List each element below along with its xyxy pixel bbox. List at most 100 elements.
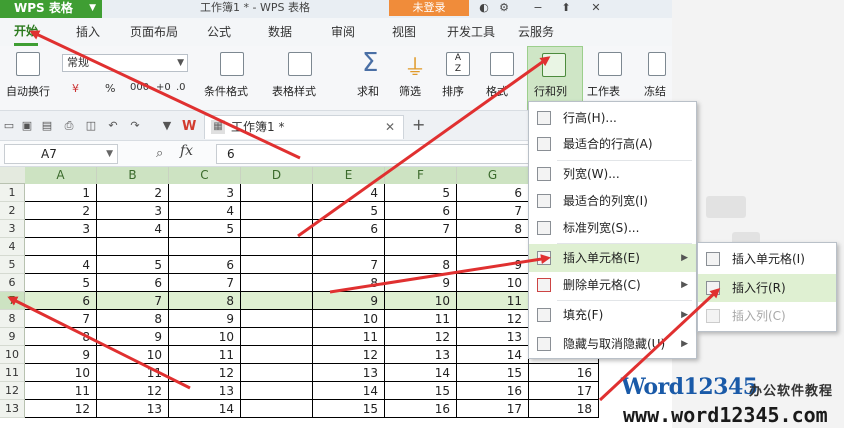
- cell-a1[interactable]: 1: [25, 184, 97, 202]
- cell-c4[interactable]: [169, 238, 241, 256]
- cell-d3[interactable]: [241, 220, 313, 238]
- close-tab-icon[interactable]: ✕: [385, 116, 395, 138]
- tab-review[interactable]: 审阅: [331, 18, 355, 46]
- cell-a9[interactable]: 8: [25, 328, 97, 346]
- cell-e4[interactable]: [313, 238, 385, 256]
- cell-b10[interactable]: 10: [97, 346, 169, 364]
- cell-g2[interactable]: 7: [457, 202, 529, 220]
- cell-h13[interactable]: 18: [529, 400, 599, 418]
- menu-item-insert-cell[interactable]: 插入单元格(I): [698, 245, 836, 273]
- chevron-down-icon[interactable]: ▼: [160, 119, 174, 133]
- settings-icon[interactable]: ⚙: [496, 0, 512, 16]
- cell-d9[interactable]: [241, 328, 313, 346]
- cell-a10[interactable]: 9: [25, 346, 97, 364]
- wrap-text-label[interactable]: 自动换行: [6, 83, 50, 99]
- cell-b5[interactable]: 5: [97, 256, 169, 274]
- cell-g3[interactable]: 8: [457, 220, 529, 238]
- row-header-3[interactable]: 3: [0, 220, 25, 238]
- table-style-icon[interactable]: [288, 52, 312, 76]
- row-header-6[interactable]: 6: [0, 274, 25, 292]
- cell-g13[interactable]: 17: [457, 400, 529, 418]
- cell-c12[interactable]: 13: [169, 382, 241, 400]
- decrease-decimal-icon[interactable]: .0: [176, 82, 186, 93]
- cell-c9[interactable]: 10: [169, 328, 241, 346]
- row-header-12[interactable]: 12: [0, 382, 25, 400]
- cell-c7[interactable]: 8: [169, 292, 241, 310]
- cell-a12[interactable]: 11: [25, 382, 97, 400]
- cell-c11[interactable]: 12: [169, 364, 241, 382]
- cell-e2[interactable]: 5: [313, 202, 385, 220]
- export-pdf-icon[interactable]: ▤: [40, 119, 54, 133]
- cell-a8[interactable]: 7: [25, 310, 97, 328]
- tab-cloud[interactable]: 云服务: [518, 18, 554, 46]
- row-header-4[interactable]: 4: [0, 238, 25, 256]
- cell-e1[interactable]: 4: [313, 184, 385, 202]
- cell-d13[interactable]: [241, 400, 313, 418]
- freeze-label[interactable]: 冻结: [644, 83, 666, 99]
- cell-d4[interactable]: [241, 238, 313, 256]
- cell-b4[interactable]: [97, 238, 169, 256]
- row-header-9[interactable]: 9: [0, 328, 25, 346]
- cell-c8[interactable]: 9: [169, 310, 241, 328]
- insert-function-button[interactable]: fx: [180, 143, 193, 159]
- cell-c2[interactable]: 4: [169, 202, 241, 220]
- currency-icon[interactable]: ¥: [72, 82, 79, 95]
- restore-icon[interactable]: ⬆: [558, 0, 574, 16]
- cell-a13[interactable]: 12: [25, 400, 97, 418]
- cell-a6[interactable]: 5: [25, 274, 97, 292]
- cell-g10[interactable]: 14: [457, 346, 529, 364]
- cell-c6[interactable]: 7: [169, 274, 241, 292]
- row-header-8[interactable]: 8: [0, 310, 25, 328]
- menu-item-row-height[interactable]: 行高(H)...: [529, 104, 696, 132]
- format-label[interactable]: 格式: [486, 83, 508, 99]
- number-format-select[interactable]: 常规 ▼: [62, 54, 188, 72]
- column-header-g[interactable]: G: [457, 167, 529, 184]
- cell-c3[interactable]: 5: [169, 220, 241, 238]
- print-preview-icon[interactable]: ◫: [84, 119, 98, 133]
- menu-item-autofit-column-width[interactable]: 最适合的列宽(I): [529, 187, 696, 215]
- cell-f12[interactable]: 15: [385, 382, 457, 400]
- row-header-11[interactable]: 11: [0, 364, 25, 382]
- cell-b13[interactable]: 13: [97, 400, 169, 418]
- cell-c1[interactable]: 3: [169, 184, 241, 202]
- cell-d5[interactable]: [241, 256, 313, 274]
- cell-g7[interactable]: 11: [457, 292, 529, 310]
- table-style-label[interactable]: 表格样式: [272, 83, 316, 99]
- menu-item-insert-row[interactable]: 插入行(R): [698, 274, 836, 302]
- cell-d7[interactable]: [241, 292, 313, 310]
- format-icon[interactable]: [490, 52, 514, 76]
- menu-item-insert-cells[interactable]: 插入单元格(E) ▶: [529, 244, 696, 272]
- conditional-format-icon[interactable]: [220, 52, 244, 76]
- row-header-13[interactable]: 13: [0, 400, 25, 418]
- cell-d11[interactable]: [241, 364, 313, 382]
- cell-a3[interactable]: 3: [25, 220, 97, 238]
- cell-f1[interactable]: 5: [385, 184, 457, 202]
- cell-e6[interactable]: 8: [313, 274, 385, 292]
- name-box[interactable]: A7 ▼: [4, 144, 118, 164]
- cell-a4[interactable]: [25, 238, 97, 256]
- tab-insert[interactable]: 插入: [76, 18, 100, 46]
- tab-data[interactable]: 数据: [268, 18, 292, 46]
- app-menu-button[interactable]: WPS 表格 ▼: [0, 0, 102, 18]
- cell-e5[interactable]: 7: [313, 256, 385, 274]
- cell-e12[interactable]: 14: [313, 382, 385, 400]
- conditional-format-label[interactable]: 条件格式: [204, 83, 248, 99]
- close-icon[interactable]: ✕: [588, 0, 604, 16]
- cell-b7[interactable]: 7: [97, 292, 169, 310]
- row-header-5[interactable]: 5: [0, 256, 25, 274]
- cell-f9[interactable]: 12: [385, 328, 457, 346]
- cell-b8[interactable]: 8: [97, 310, 169, 328]
- worksheet-label[interactable]: 工作表: [587, 83, 620, 99]
- cell-e13[interactable]: 15: [313, 400, 385, 418]
- row-header-10[interactable]: 10: [0, 346, 25, 364]
- cell-g1[interactable]: 6: [457, 184, 529, 202]
- document-tab[interactable]: ▦ 工作簿1 * ✕: [204, 115, 404, 139]
- menu-item-delete-cells[interactable]: 删除单元格(C) ▶: [529, 271, 696, 299]
- login-button[interactable]: 未登录: [389, 0, 469, 16]
- new-tab-button[interactable]: +: [412, 115, 425, 134]
- sum-label[interactable]: 求和: [357, 83, 379, 99]
- sort-label[interactable]: 排序: [442, 83, 464, 99]
- menu-item-fill[interactable]: 填充(F) ▶: [529, 301, 696, 329]
- menu-item-standard-width[interactable]: 标准列宽(S)...: [529, 214, 696, 242]
- menu-item-column-width[interactable]: 列宽(W)...: [529, 160, 696, 188]
